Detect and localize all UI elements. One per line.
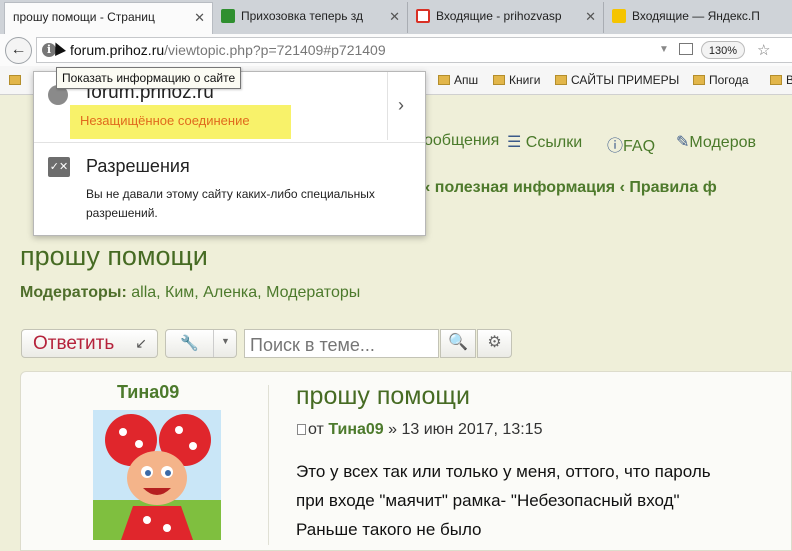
tab-title: Входящие - prihozvasp — [436, 9, 562, 23]
tab-prihozovka[interactable]: Прихозовка теперь зд ✕ — [213, 2, 408, 33]
topic-tools-button[interactable]: 🔧 ▼ — [165, 329, 237, 358]
security-status[interactable]: Незащищённое соединение — [70, 105, 291, 139]
tab-title: Прихозовка теперь зд — [241, 9, 364, 23]
folder-icon — [770, 75, 782, 85]
gear-icon: ⚙ — [487, 334, 502, 351]
tab-active[interactable]: прошу помощи - Страниц ✕ — [4, 2, 213, 35]
permissions-icon: ✓✕ — [48, 157, 70, 177]
page-title[interactable]: прошу помощи — [20, 241, 208, 272]
bookmark-label: Книги — [509, 73, 541, 87]
bookmark-label: Апш — [454, 73, 479, 87]
back-arrow-icon: ← — [10, 41, 27, 58]
post-line: при входе "маячит" рамка- "Небезопасный … — [296, 491, 680, 510]
divider — [387, 72, 388, 140]
back-button[interactable]: ← — [5, 37, 32, 64]
gmail-icon — [416, 9, 430, 23]
post-line: Это у всех так или только у меня, оттого… — [296, 462, 711, 481]
tab-bar: прошу помощи - Страниц ✕ Прихозовка тепе… — [0, 0, 792, 35]
post-meta: от Тина09 » 13 июн 2017, 13:15 — [297, 421, 542, 439]
bookmark-apsh[interactable]: Апш — [438, 73, 478, 87]
post-title[interactable]: прошу помощи — [296, 382, 470, 411]
breadcrumb[interactable]: ‹ полезная информация ‹ Правила ф — [425, 179, 717, 197]
tab-title: прошу помощи - Страниц — [13, 10, 155, 24]
folder-icon — [438, 75, 450, 85]
list-icon: ☰ — [507, 134, 526, 151]
bookmark-folder-hidden[interactable] — [9, 73, 25, 87]
folder-icon — [9, 75, 21, 85]
search-icon: 🔍 — [448, 334, 468, 351]
nav-moderation[interactable]: ✎Модеров — [676, 132, 756, 152]
chevron-down-icon: ▼ — [221, 336, 230, 346]
favicon-icon — [221, 9, 235, 23]
close-icon[interactable]: ✕ — [389, 9, 400, 25]
folder-icon — [555, 75, 567, 85]
reply-button[interactable]: Ответить ↙ — [21, 329, 158, 358]
bookmark-star-icon[interactable]: ☆ — [757, 41, 770, 59]
post-icon[interactable] — [297, 424, 306, 435]
nav-links[interactable]: ☰ Ссылки — [507, 132, 582, 152]
url-host: forum.prihoz.ru — [70, 42, 165, 58]
help-icon: ⓘ — [607, 138, 624, 155]
address-bar[interactable]: i forum.prihoz.ru/viewtopic.php?p=721409… — [36, 37, 792, 63]
nav-links-label: Ссылки — [525, 134, 583, 151]
reply-label: Ответить — [33, 333, 115, 354]
chevron-down-icon[interactable]: ▼ — [659, 44, 669, 55]
close-icon[interactable]: ✕ — [585, 9, 596, 25]
nav-moderation-label: Модеров — [689, 134, 756, 151]
moderators-line: Модераторы: alla, Ким, Аленка, Модератор… — [20, 284, 360, 302]
url-path: /viewtopic.php?p=721409#p721409 — [164, 42, 386, 58]
bookmark-label: САЙТЫ ПРИМЕРЫ — [571, 73, 680, 87]
advanced-search-button[interactable]: ⚙ — [477, 329, 512, 358]
yandex-mail-icon — [612, 9, 626, 23]
bookmark-more[interactable]: В — [770, 73, 792, 87]
tab-yandex[interactable]: Входящие — Яндекс.П — [604, 2, 792, 33]
meta-prefix: от — [308, 421, 324, 438]
reply-arrow-icon: ↙ — [135, 335, 147, 351]
topic-search-input[interactable] — [244, 329, 439, 358]
divider — [213, 330, 214, 357]
zoom-indicator[interactable]: 130% — [701, 41, 745, 59]
tooltip: Показать информацию о сайте — [56, 67, 242, 89]
folder-icon — [693, 75, 705, 85]
post-divider — [268, 385, 269, 545]
navigation-bar: ← i forum.prihoz.ru/viewtopic.php?p=7214… — [0, 34, 792, 66]
nav-messages-label: ообщения — [424, 132, 500, 149]
url-text[interactable]: forum.prihoz.ru/viewtopic.php?p=721409#p… — [70, 42, 386, 58]
bookmark-label: В — [786, 73, 792, 87]
nav-faq-label: FAQ — [623, 138, 656, 155]
nav-messages[interactable]: ообщения — [424, 132, 499, 150]
close-icon[interactable]: ✕ — [194, 10, 205, 26]
bookmark-pogoda[interactable]: Погода — [693, 73, 749, 87]
tab-title: Входящие — Яндекс.П — [632, 9, 760, 23]
avatar[interactable] — [93, 410, 221, 540]
site-info-panel: forum.prihoz.ru Незащищённое соединение … — [33, 71, 426, 236]
wrench-icon: 🔧 — [180, 335, 199, 352]
nav-faq[interactable]: ⓘFAQ — [607, 132, 655, 156]
moderators-list[interactable]: alla, Ким, Аленка, Модераторы — [131, 284, 360, 301]
bookmark-saity[interactable]: САЙТЫ ПРИМЕРЫ — [555, 73, 679, 87]
search-button[interactable]: 🔍 — [440, 329, 476, 358]
tab-gmail[interactable]: Входящие - prihozvasp ✕ — [408, 2, 604, 33]
wrench-icon: ✎ — [676, 134, 690, 151]
divider — [34, 142, 425, 143]
bookmark-label: Погода — [709, 73, 749, 87]
folder-icon — [493, 75, 505, 85]
post-author[interactable]: Тина09 — [117, 382, 179, 403]
post-body: Это у всех так или только у меня, оттого… — [296, 457, 711, 544]
chevron-right-icon[interactable]: › — [398, 95, 404, 116]
post-line: Раньше такого не было — [296, 520, 482, 539]
permissions-description: Вы не давали этому сайту каких-либо спец… — [86, 187, 375, 220]
meta-author[interactable]: Тина09 — [328, 421, 383, 438]
reader-mode-icon[interactable] — [679, 43, 693, 55]
bookmark-knigi[interactable]: Книги — [493, 73, 540, 87]
permissions-title: Разрешения — [86, 156, 190, 176]
meta-date: » 13 июн 2017, 13:15 — [388, 421, 543, 438]
moderators-label: Модераторы: — [20, 284, 127, 301]
